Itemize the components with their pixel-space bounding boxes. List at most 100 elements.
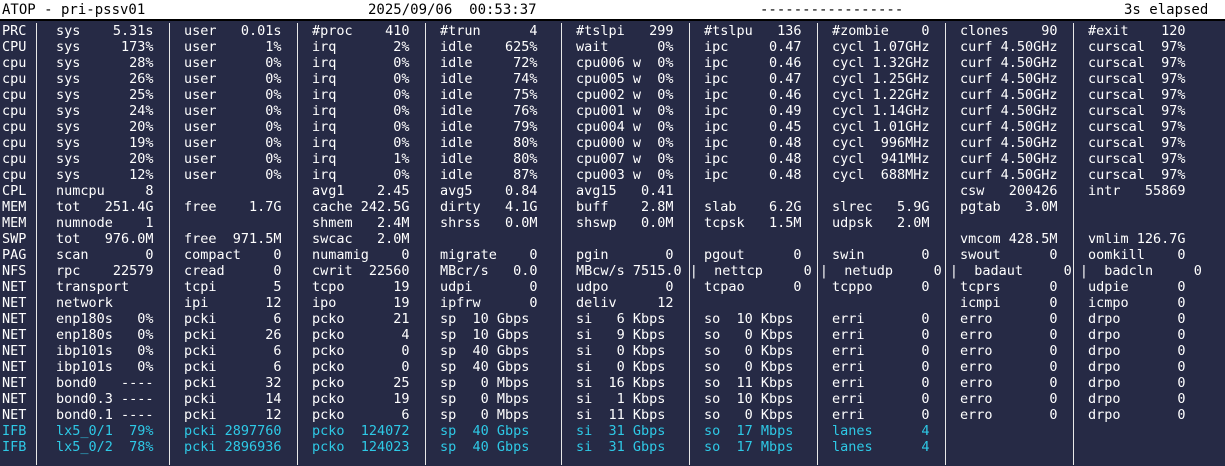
metric-cell: cycl 1.22GHz <box>832 87 930 103</box>
metric-cell: curf 4.50GHz <box>960 103 1058 119</box>
metric-cell: free 971.5M <box>184 231 282 247</box>
metric-cell: ipc 0.46 <box>704 87 802 103</box>
metric-cell: si 11 Kbps <box>576 407 666 423</box>
metric-cell: pcki 12 <box>184 407 282 423</box>
metric-cell: #tslpu 136 <box>704 23 802 39</box>
metric-cell: dirty 4.1G <box>440 199 538 215</box>
row-label: cpu <box>2 71 27 87</box>
metric-cell: so 17 Mbps <box>704 439 794 455</box>
row-label: NET <box>2 327 27 343</box>
metric-cell: sys 20% <box>56 151 154 167</box>
metric-cell: so 17 Mbps <box>704 423 794 439</box>
metric-cell: cycl 941MHz <box>832 151 930 167</box>
row-label: IFB <box>2 439 27 455</box>
metric-cell: sp 0 Mbps <box>440 407 530 423</box>
metric-cell: erro 0 <box>960 407 1058 423</box>
metric-cell: ipfrw 0 <box>440 295 538 311</box>
metric-cell: cycl 1.01GHz <box>832 119 930 135</box>
metric-cell: curscal 97% <box>1088 55 1186 71</box>
metric-cell: curf 4.50GHz <box>960 167 1058 183</box>
row-label: NET <box>2 343 27 359</box>
metric-cell: erri 0 <box>832 407 930 423</box>
metric-cell: pcki 2896936 <box>184 439 282 455</box>
metric-cell: tcpi 5 <box>184 279 282 295</box>
metric-cell: cycl 1.25GHz <box>832 71 930 87</box>
metric-cell: cread 0 <box>184 263 282 279</box>
metric-cell: pcko 4 <box>312 327 410 343</box>
metric-cell: drpo 0 <box>1088 343 1186 359</box>
metric-cell: erri 0 <box>832 343 930 359</box>
metric-cell: MBcw/s 7515.0 | nettcp 0 | netudp 0 | ba… <box>576 263 1202 279</box>
metric-cell: si 0 Kbps <box>576 359 666 375</box>
metric-cell: sp 10 Gbps <box>440 327 530 343</box>
metric-cell: pcki 26 <box>184 327 282 343</box>
metric-cell: sp 0 Mbps <box>440 391 530 407</box>
metric-cell: #zombie 0 <box>832 23 930 39</box>
column-separator <box>36 23 37 465</box>
metric-cell: si 31 Gbps <box>576 423 666 439</box>
metric-cell: cycl 1.14GHz <box>832 103 930 119</box>
metric-cell: so 11 Kbps <box>704 375 794 391</box>
metric-cell: idle 76% <box>440 103 538 119</box>
metric-cell: lx5_0/2 78% <box>56 439 154 455</box>
metric-cell: sys 26% <box>56 71 154 87</box>
row-label: SWP <box>2 231 27 247</box>
metric-cell: idle 80% <box>440 151 538 167</box>
metric-cell: pgout 0 <box>704 247 802 263</box>
metric-cell: cwrit 22560 <box>312 263 410 279</box>
metric-cell: pcki 6 <box>184 311 282 327</box>
metric-cell: swcac 2.0M <box>312 231 410 247</box>
metric-cell: sys 28% <box>56 55 154 71</box>
metric-cell: lx5_0/1 79% <box>56 423 154 439</box>
metric-cell: erro 0 <box>960 343 1058 359</box>
metric-cell: idle 80% <box>440 135 538 151</box>
metric-cell: cycl 1.32GHz <box>832 55 930 71</box>
metric-cell: si 6 Kbps <box>576 311 666 327</box>
metric-cell: cycl 1.07GHz <box>832 39 930 55</box>
metric-cell: user 0% <box>184 55 282 71</box>
metric-cell: pcki 6 <box>184 343 282 359</box>
metric-cell: erri 0 <box>832 311 930 327</box>
metric-cell: cache 242.5G <box>312 199 410 215</box>
metric-cell: cpu006 w 0% <box>576 55 674 71</box>
metric-cell: idle 72% <box>440 55 538 71</box>
metric-cell: tot 251.4G <box>56 199 154 215</box>
metric-cell: irq 1% <box>312 151 410 167</box>
metric-cell: vmcom 428.5M <box>960 231 1058 247</box>
metric-cell: icmpo 0 <box>1088 295 1186 311</box>
metric-cell: user 0% <box>184 151 282 167</box>
metric-cell: ipc 0.47 <box>704 39 802 55</box>
metric-cell: rpc 22579 <box>56 263 154 279</box>
metric-cell: deliv 12 <box>576 295 674 311</box>
row-label: MEM <box>2 199 27 215</box>
row-label: CPU <box>2 39 27 55</box>
metric-cell: cpu000 w 0% <box>576 135 674 151</box>
metric-cell: erri 0 <box>832 327 930 343</box>
metric-cell: curf 4.50GHz <box>960 135 1058 151</box>
metric-cell: curf 4.50GHz <box>960 87 1058 103</box>
atop-header-bar: ATOP - pri-pssv01 2025/09/06 00:53:37 --… <box>0 0 1225 21</box>
metric-cell: curf 4.50GHz <box>960 39 1058 55</box>
metric-cell: bond0.3 ---- <box>56 391 154 407</box>
metric-cell: cpu002 w 0% <box>576 87 674 103</box>
metric-cell: lanes 4 <box>832 439 930 455</box>
metric-cell: idle 75% <box>440 87 538 103</box>
row-label: cpu <box>2 167 27 183</box>
metric-cell: pcko 19 <box>312 391 410 407</box>
metric-cell: pgtab 3.0M <box>960 199 1058 215</box>
metric-cell: erri 0 <box>832 375 930 391</box>
metric-cell: icmpi 0 <box>960 295 1058 311</box>
metric-cell: oomkill 0 <box>1088 247 1186 263</box>
metric-cell: pcko 25 <box>312 375 410 391</box>
metric-cell: pcko 124072 <box>312 423 410 439</box>
row-label: NET <box>2 279 27 295</box>
metric-cell: sys 20% <box>56 119 154 135</box>
metric-cell: si 31 Gbps <box>576 439 666 455</box>
metric-cell: irq 0% <box>312 119 410 135</box>
metric-cell: irq 0% <box>312 135 410 151</box>
column-separator <box>297 23 298 465</box>
atop-terminal[interactable]: ATOP - pri-pssv01 2025/09/06 00:53:37 --… <box>0 0 1225 466</box>
metric-cell: sp 40 Gbps <box>440 423 530 439</box>
metric-cell: sys 25% <box>56 87 154 103</box>
row-label: MEM <box>2 215 27 231</box>
